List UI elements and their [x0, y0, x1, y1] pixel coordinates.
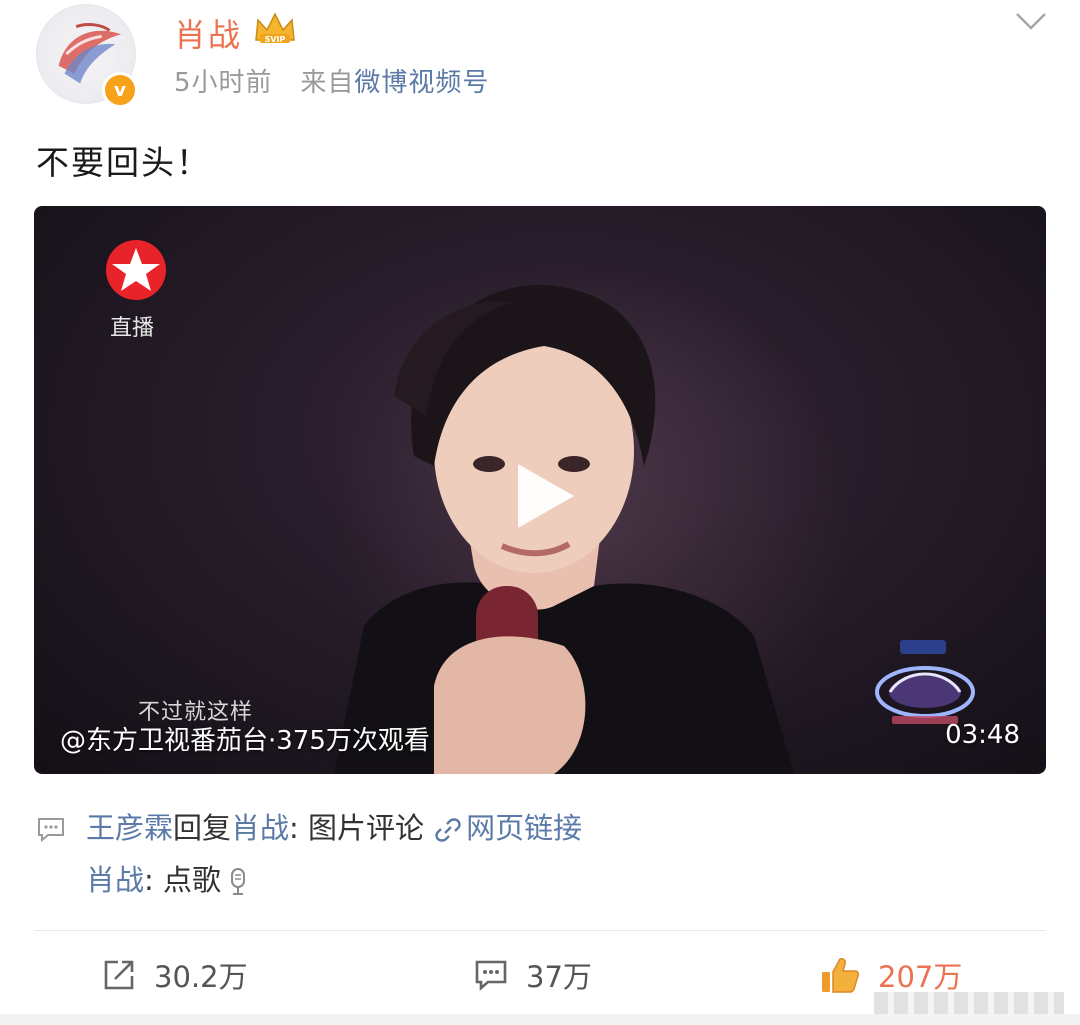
- comment-icon: [475, 960, 507, 991]
- comment-button[interactable]: 37万: [474, 952, 592, 998]
- microphone-icon: [231, 868, 246, 895]
- repost-icon: [104, 960, 134, 990]
- repost-button[interactable]: 30.2万: [102, 952, 248, 998]
- comment-preview-list: 王彦霖回复肖战: 图片评论 网页链接 肖战: 点歌: [36, 806, 1046, 910]
- dragon-tv-logo-icon: [106, 240, 166, 300]
- post-text: 不要回头！: [36, 143, 211, 182]
- chevron-down-icon[interactable]: [1014, 10, 1048, 34]
- post-source-link[interactable]: 微博视频号: [354, 68, 489, 98]
- web-link[interactable]: 网页链接: [466, 811, 582, 845]
- comment-author-link[interactable]: 肖战: [86, 863, 144, 897]
- link-chain-icon: [435, 818, 461, 842]
- reply-verb: 回复: [173, 811, 232, 845]
- author-name[interactable]: 肖战: [174, 10, 242, 56]
- watermark: [874, 992, 1064, 1014]
- comment-bubble-icon: [38, 818, 64, 842]
- divider: [34, 930, 1046, 931]
- post-header: v 肖战 SVIP 5小时前 来自微博视频号: [0, 0, 1080, 120]
- comment-text: 点歌: [163, 863, 222, 897]
- video-player[interactable]: 直播 不过就这样 @东方卫视番茄台·375万次观看 03:48: [34, 206, 1046, 774]
- verified-badge-icon: v: [102, 72, 138, 108]
- reply-target-link[interactable]: 肖战: [231, 811, 289, 845]
- show-logo-icon: [875, 640, 975, 724]
- thumbs-up-icon: [822, 958, 860, 993]
- post-time: 5小时前: [174, 68, 273, 98]
- svg-text:SVIP: SVIP: [265, 35, 286, 44]
- post-meta: 5小时前 来自微博视频号: [174, 62, 489, 99]
- repost-count: 30.2万: [154, 960, 248, 994]
- bottom-edge: [0, 1014, 1080, 1025]
- vip-crown-icon: SVIP: [255, 12, 295, 44]
- comment-item[interactable]: 王彦霖回复肖战: 图片评论 网页链接: [36, 806, 1046, 858]
- comment-author-link[interactable]: 王彦霖: [86, 811, 173, 845]
- comment-colon: :: [289, 811, 309, 845]
- source-prefix: 来自: [300, 68, 355, 98]
- play-icon[interactable]: [502, 456, 582, 536]
- video-duration: 03:48: [945, 720, 1020, 750]
- comment-colon: :: [144, 863, 164, 897]
- tv-live-label: 直播: [110, 316, 155, 341]
- comment-item[interactable]: 肖战: 点歌: [36, 858, 1046, 910]
- like-count: 207万: [878, 960, 963, 994]
- comment-count: 37万: [526, 960, 592, 994]
- comment-text: 图片评论: [308, 811, 425, 845]
- video-info: @东方卫视番茄台·375万次观看: [60, 726, 430, 756]
